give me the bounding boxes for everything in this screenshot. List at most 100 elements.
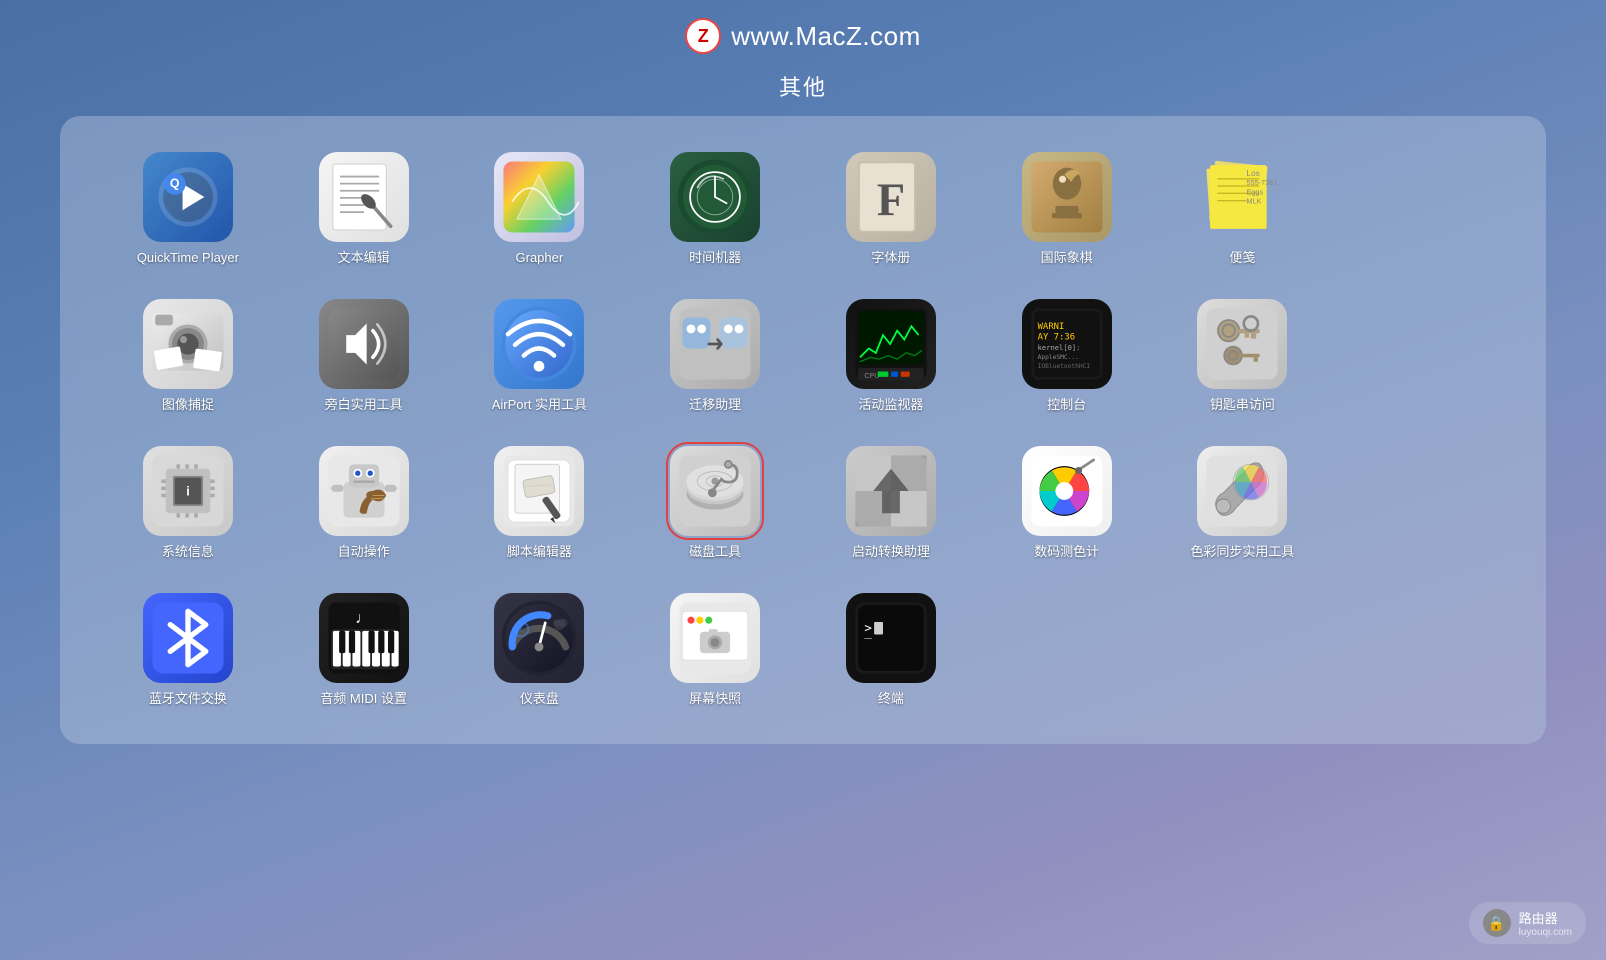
app-timemachine[interactable]: 时间机器	[627, 146, 803, 273]
app-colorsync[interactable]: 色彩同步实用工具	[1155, 440, 1331, 567]
grapher-label: Grapher	[516, 250, 564, 267]
chess-label: 国际象棋	[1041, 250, 1093, 267]
app-keychain[interactable]: 钥匙串访问	[1155, 293, 1331, 420]
app-terminal[interactable]: _ > 终端	[803, 587, 979, 714]
timemachine-icon	[670, 152, 760, 242]
activitymonitor-label: 活动监视器	[858, 397, 923, 414]
sysinfo-label: 系统信息	[162, 544, 214, 561]
app-dashboard[interactable]: ♪ 仪表盘	[452, 587, 628, 714]
app-grid: Q QuickTime Player 文本编辑	[100, 146, 1506, 714]
bootcamp-label: 启动转换助理	[852, 544, 930, 561]
scripteditor-icon	[494, 446, 584, 536]
svg-text:i: i	[186, 484, 189, 498]
svg-text:♩: ♩	[355, 610, 371, 627]
dashboard-icon: ♪	[494, 593, 584, 683]
digitalmeter-icon	[1022, 446, 1112, 536]
bootcamp-icon	[846, 446, 936, 536]
timemachine-label: 时间机器	[689, 250, 741, 267]
site-url: www.MacZ.com	[731, 21, 920, 52]
app-grid-container: Q QuickTime Player 文本编辑	[60, 116, 1546, 744]
stickies-icon: Los 555-7361 Eggs MLK	[1197, 152, 1287, 242]
svg-text:Eggs: Eggs	[1247, 187, 1264, 196]
svg-text:CPU: CPU	[864, 372, 879, 380]
bluetooth-label: 蓝牙文件交换	[149, 691, 227, 708]
keychain-icon	[1197, 299, 1287, 389]
site-logo: Z	[685, 18, 721, 54]
fontbook-label: 字体册	[871, 250, 910, 267]
svg-text:555-7361: 555-7361	[1247, 178, 1278, 187]
migration-icon	[670, 299, 760, 389]
quicktime-label: QuickTime Player	[137, 250, 239, 267]
app-airport[interactable]: AirPort 实用工具	[452, 293, 628, 420]
stickies-label: 便笺	[1229, 250, 1255, 267]
app-digitalmeter[interactable]: 数码测色计	[979, 440, 1155, 567]
chess-icon	[1022, 152, 1112, 242]
svg-text:♪: ♪	[519, 623, 523, 633]
section-title: 其他	[0, 70, 1606, 102]
textedit-label: 文本编辑	[338, 250, 390, 267]
app-migration[interactable]: 迁移助理	[627, 293, 803, 420]
app-automator[interactable]: 自动操作	[276, 440, 452, 567]
app-bootcamp[interactable]: 启动转换助理	[803, 440, 979, 567]
watermark: 🔒 路由器 luyouqi.com	[1469, 902, 1586, 944]
screenshot-icon	[670, 593, 760, 683]
automator-label: 自动操作	[338, 544, 390, 561]
app-empty5	[1155, 587, 1331, 714]
app-scripteditor[interactable]: 脚本编辑器	[452, 440, 628, 567]
app-empty1	[1330, 146, 1506, 273]
imagecapture-label: 图像捕捉	[162, 397, 214, 414]
dashboard-label: 仪表盘	[520, 691, 559, 708]
app-empty3	[1330, 440, 1506, 567]
sysinfo-icon: i	[143, 446, 233, 536]
app-fontbook[interactable]: F 字体册	[803, 146, 979, 273]
app-chess[interactable]: 国际象棋	[979, 146, 1155, 273]
terminal-icon: _ >	[846, 593, 936, 683]
audiomidi-label: 音频 MIDI 设置	[320, 691, 407, 708]
app-empty4	[979, 587, 1155, 714]
app-screenshot[interactable]: 屏幕快照	[627, 587, 803, 714]
svg-text:AY 7:36: AY 7:36	[1037, 332, 1074, 342]
app-textedit[interactable]: 文本编辑	[276, 146, 452, 273]
svg-text:kernel[0]:: kernel[0]:	[1037, 343, 1080, 352]
voiceover-icon	[319, 299, 409, 389]
airport-label: AirPort 实用工具	[492, 397, 587, 414]
svg-text:WARNI: WARNI	[1037, 322, 1064, 332]
app-empty6	[1330, 587, 1506, 714]
svg-text:F: F	[877, 174, 905, 225]
app-bluetooth[interactable]: 蓝牙文件交换	[100, 587, 276, 714]
watermark-label: 路由器	[1519, 908, 1572, 927]
activitymonitor-icon: CPU	[846, 299, 936, 389]
screenshot-label: 屏幕快照	[689, 691, 741, 708]
watermark-sublabel: luyouqi.com	[1519, 927, 1572, 938]
app-quicktime[interactable]: Q QuickTime Player	[100, 146, 276, 273]
router-icon: 🔒	[1483, 909, 1511, 937]
keychain-label: 钥匙串访问	[1210, 397, 1275, 414]
svg-text:Los: Los	[1247, 169, 1260, 178]
diskutility-label: 磁盘工具	[689, 544, 741, 561]
console-icon: WARNI AY 7:36 kernel[0]: AppleSMC... IOB…	[1022, 299, 1112, 389]
airport-icon	[494, 299, 584, 389]
migration-label: 迁移助理	[689, 397, 741, 414]
app-imagecapture[interactable]: 图像捕捉	[100, 293, 276, 420]
app-audiomidi[interactable]: ♩ 音频 MIDI 设置	[276, 587, 452, 714]
top-bar: Z www.MacZ.com	[0, 0, 1606, 64]
quicktime-icon: Q	[143, 152, 233, 242]
app-diskutility[interactable]: 磁盘工具	[627, 440, 803, 567]
voiceover-label: 旁白实用工具	[325, 397, 403, 414]
app-grapher[interactable]: Grapher	[452, 146, 628, 273]
app-sysinfo[interactable]: i 系统信息	[100, 440, 276, 567]
automator-icon	[319, 446, 409, 536]
svg-text:>: >	[864, 619, 872, 634]
digitalmeter-label: 数码测色计	[1034, 544, 1099, 561]
colorsync-label: 色彩同步实用工具	[1190, 544, 1294, 561]
app-console[interactable]: WARNI AY 7:36 kernel[0]: AppleSMC... IOB…	[979, 293, 1155, 420]
app-activitymonitor[interactable]: CPU 活动监视器	[803, 293, 979, 420]
diskutility-icon	[670, 446, 760, 536]
app-voiceover[interactable]: 旁白实用工具	[276, 293, 452, 420]
grapher-icon	[494, 152, 584, 242]
app-stickies[interactable]: Los 555-7361 Eggs MLK 便笺	[1155, 146, 1331, 273]
app-empty2	[1330, 293, 1506, 420]
svg-text:IOBluetoothHCI: IOBluetoothHCI	[1037, 363, 1090, 370]
imagecapture-icon	[143, 299, 233, 389]
colorsync-icon	[1197, 446, 1287, 536]
